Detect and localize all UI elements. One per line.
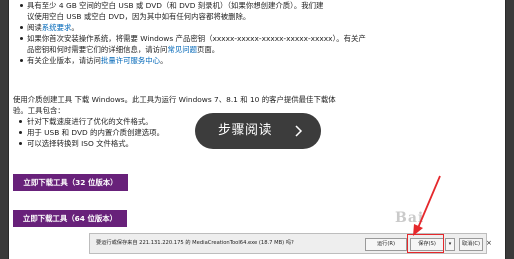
- requirement-enterprise-suffix: 。: [160, 56, 168, 65]
- save-options-dropdown[interactable]: ▾: [445, 238, 455, 251]
- download-64bit-button[interactable]: 立即下载工具（64 位版本）: [13, 210, 127, 227]
- requirement-enterprise-prefix: 有关企业版本，请访问: [27, 56, 101, 65]
- step-reading-label: 步骤阅读: [218, 123, 273, 138]
- step-reading-button[interactable]: 步骤阅读: [195, 113, 321, 149]
- requirement-item-media: 具有至少 4 GB 空间的空白 USB 或 DVD（和 DVD 刻录机）（如果你…: [19, 0, 366, 11]
- requirement-media-line2: 议使用空白 USB 或空白 DVD，因为其中如有任何内容都将被删除。: [27, 12, 251, 21]
- requirement-item-key-cont: 品密钥和何时需要它们的详细信息，请访问常见问题页面。: [19, 44, 366, 55]
- download-message: 要运行或保存来自 221.131.220.175 的 MediaCreation…: [96, 240, 294, 246]
- cancel-button[interactable]: 取消(C): [459, 238, 483, 251]
- run-button[interactable]: 运行(R): [365, 238, 407, 251]
- system-requirements-link[interactable]: 系统要求: [42, 23, 72, 32]
- web-page: 具有至少 4 GB 空间的空白 USB 或 DVD（和 DVD 刻录机）（如果你…: [8, 0, 506, 259]
- requirement-key-suffix: 页面。: [197, 45, 220, 54]
- faq-link[interactable]: 常见问题: [167, 45, 197, 54]
- volume-licensing-link[interactable]: 批量许可服务中心: [101, 56, 160, 65]
- close-icon[interactable]: ×: [486, 239, 494, 248]
- requirement-item-enterprise: 有关企业版本，请访问批量许可服务中心。: [19, 55, 366, 66]
- requirement-item-key: 如果你首次安装操作系统，将需要 Windows 产品密钥（xxxxx-xxxxx…: [19, 33, 366, 44]
- requirements-list: 具有至少 4 GB 空间的空白 USB 或 DVD（和 DVD 刻录机）（如果你…: [19, 0, 366, 66]
- requirement-item-sysreq: 阅读系统要求。: [19, 22, 366, 33]
- requirement-item-media-cont: 议使用空白 USB 或空白 DVD，因为其中如有任何内容都将被删除。: [19, 11, 366, 22]
- download-32bit-button[interactable]: 立即下载工具（32 位版本）: [13, 174, 128, 191]
- requirement-media-line1: 具有至少 4 GB 空间的空白 USB 或 DVD（和 DVD 刻录机）（如果你…: [27, 1, 324, 10]
- requirement-sysreq-prefix: 阅读: [27, 23, 42, 32]
- red-arrow-annotation: [413, 175, 441, 236]
- requirement-key-line1: 如果你首次安装操作系统，将需要 Windows 产品密钥（xxxxx-xxxxx…: [27, 34, 366, 43]
- intro-line1: 使用介质创建工具 下载 Windows。此工具为运行 Windows 7、8.1…: [13, 95, 336, 104]
- requirement-key-prefix: 品密钥和何时需要它们的详细信息，请访问: [27, 45, 168, 54]
- requirement-sysreq-suffix: 。: [71, 23, 79, 32]
- chevron-right-icon: [295, 125, 303, 137]
